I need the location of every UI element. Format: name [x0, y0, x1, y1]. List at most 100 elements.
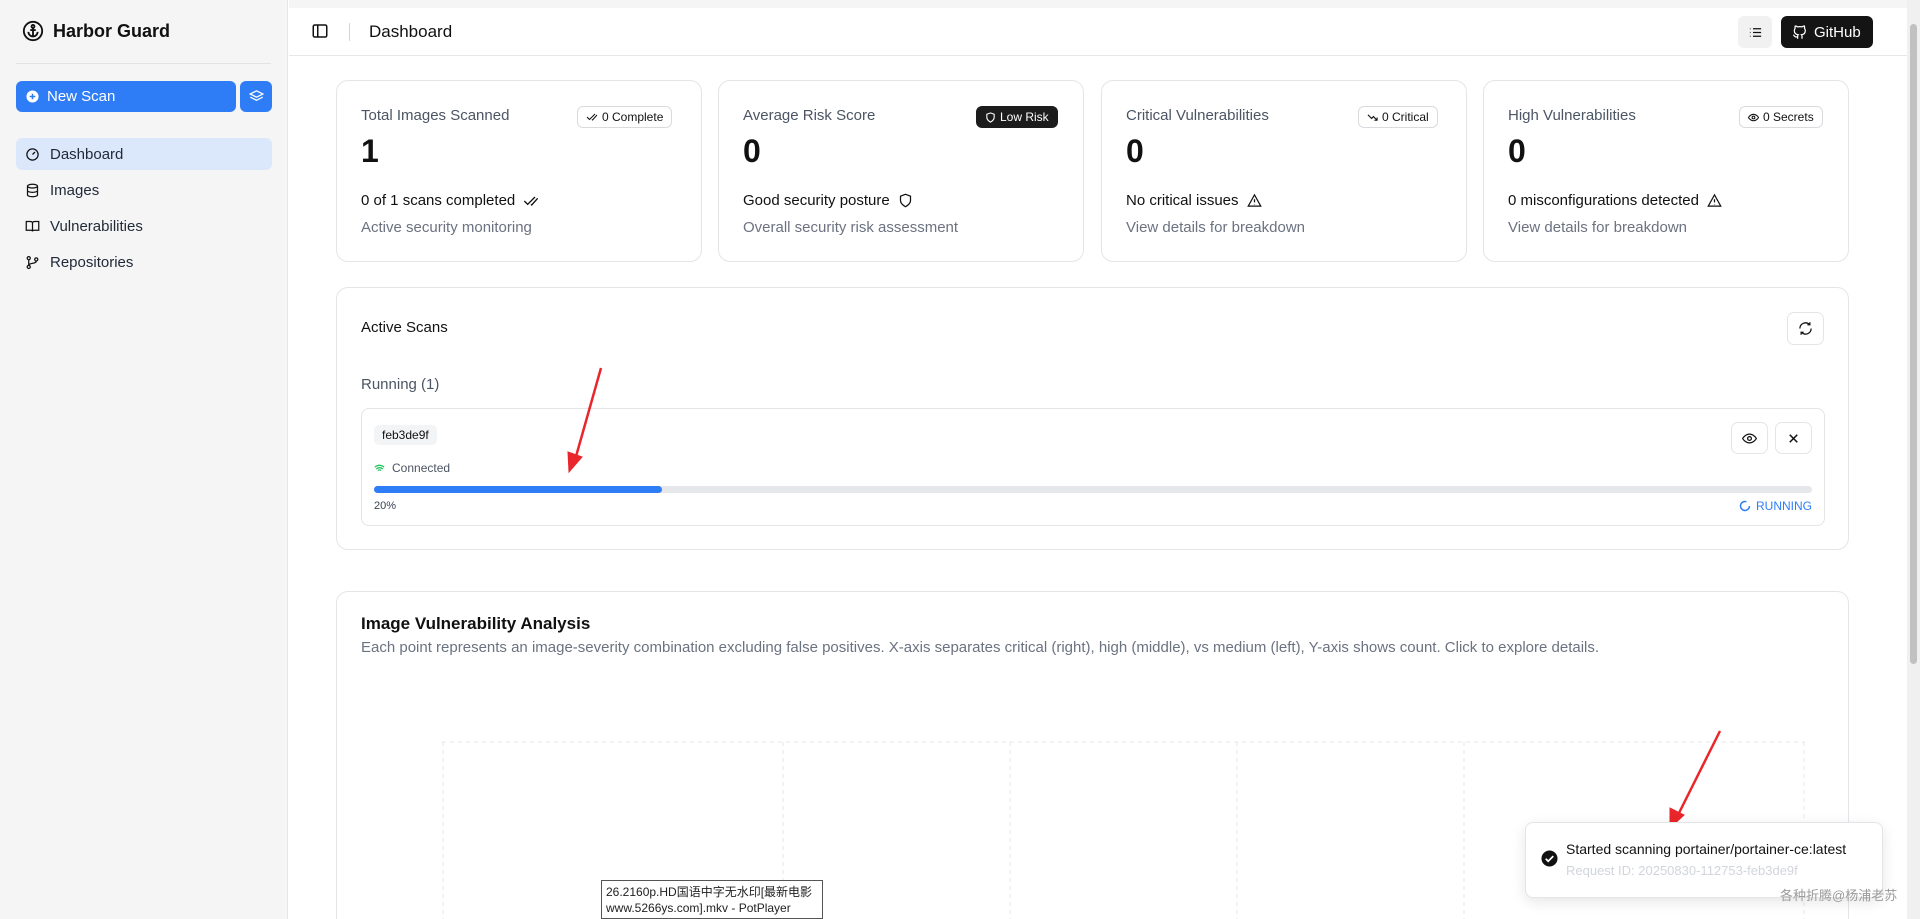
- plus-circle-icon: [26, 90, 39, 103]
- active-scans-title: Active Scans: [361, 319, 448, 336]
- stat-label: Critical Vulnerabilities: [1126, 107, 1269, 124]
- critical-badge: 0 Critical: [1358, 106, 1438, 128]
- spinner-icon: [1739, 500, 1751, 512]
- stat-line1-text: No critical issues: [1126, 192, 1239, 209]
- shield-icon: [899, 193, 911, 208]
- check-check-icon: [524, 196, 539, 206]
- stat-value: 0: [1126, 133, 1144, 169]
- stat-card-total-images: Total Images Scanned 0 Complete 1 0 of 1…: [336, 80, 702, 262]
- stat-value: 1: [361, 133, 379, 169]
- running-label: Running (1): [361, 376, 440, 393]
- stat-line1-text: Good security posture: [743, 192, 890, 209]
- view-scan-button[interactable]: [1731, 422, 1768, 454]
- brand[interactable]: Harbor Guard: [22, 20, 170, 42]
- page-title: Dashboard: [369, 22, 453, 41]
- gauge-icon: [26, 147, 39, 161]
- trending-down-icon: [1367, 113, 1378, 121]
- tooltip-line1: 26.2160p.HD国语中字无水印[最新电影: [606, 885, 813, 899]
- scan-progress-bar: [374, 486, 1812, 493]
- shield-icon: [986, 111, 995, 123]
- player-tooltip: 26.2160p.HD国语中字无水印[最新电影 www.5266ys.com].…: [601, 880, 823, 919]
- refresh-icon: [1799, 322, 1812, 335]
- window-scrollbar[interactable]: [1907, 0, 1920, 919]
- wifi-icon: [374, 464, 385, 473]
- watermark: 各种折腾@杨浦老苏: [1780, 888, 1898, 903]
- stat-label: Total Images Scanned: [361, 107, 510, 124]
- bulk-scan-button[interactable]: [240, 81, 272, 112]
- database-icon: [26, 183, 39, 197]
- header-separator: [349, 23, 350, 41]
- secrets-badge: 0 Secrets: [1739, 106, 1823, 128]
- scan-status: RUNNING: [1739, 499, 1812, 513]
- anchor-logo-icon: [22, 20, 44, 42]
- badge-text: 0 Critical: [1382, 110, 1429, 124]
- toast-message: Started scanning portainer/portainer-ce:…: [1566, 841, 1847, 857]
- top-header: Dashboard GitHub: [289, 8, 1907, 56]
- app-name: Harbor Guard: [53, 20, 171, 41]
- sidebar-item-label: Images: [50, 181, 100, 199]
- analysis-title: Image Vulnerability Analysis: [361, 614, 591, 633]
- github-label: GitHub: [1814, 23, 1861, 41]
- sidebar-item-repositories[interactable]: Repositories: [16, 246, 272, 278]
- stat-card-critical: Critical Vulnerabilities 0 Critical 0 No…: [1101, 80, 1467, 262]
- stat-line2: Active security monitoring: [361, 219, 532, 236]
- stat-line1-text: 0 of 1 scans completed: [361, 192, 516, 209]
- sidebar-item-label: Repositories: [50, 253, 134, 271]
- toast-request-id: Request ID: 20250830-112753-feb3de9f: [1566, 863, 1798, 878]
- scan-progress-fill: [374, 486, 662, 493]
- badge-text: 0 Complete: [602, 110, 664, 124]
- status-text: RUNNING: [1756, 499, 1812, 513]
- risk-badge: Low Risk: [976, 106, 1058, 128]
- stat-line1-text: 0 misconfigurations detected: [1508, 192, 1699, 209]
- refresh-button[interactable]: [1787, 312, 1824, 345]
- badge-text: 0 Secrets: [1763, 110, 1814, 124]
- sidebar-toggle-icon[interactable]: [311, 22, 329, 40]
- check-circle-icon: [1541, 850, 1558, 867]
- stat-value: 0: [1508, 133, 1526, 169]
- eye-icon: [1748, 113, 1759, 121]
- github-icon: [1792, 24, 1806, 39]
- sidebar-item-images[interactable]: Images: [16, 174, 272, 206]
- stat-line1: Good security posture: [743, 192, 913, 209]
- active-scans-card: Active Scans Running (1) feb3de9f Connec…: [336, 287, 1849, 550]
- alert-triangle-icon: [1707, 193, 1722, 207]
- sidebar-item-label: Dashboard: [50, 145, 124, 163]
- stat-value: 0: [743, 133, 761, 169]
- complete-badge: 0 Complete: [577, 106, 673, 128]
- book-icon: [25, 220, 40, 232]
- sidebar: Harbor Guard New Scan Dashboard Images V…: [0, 0, 288, 919]
- stat-card-high: High Vulnerabilities 0 Secrets 0 0 misco…: [1483, 80, 1849, 262]
- stat-line1: No critical issues: [1126, 192, 1262, 209]
- connection-status: Connected: [374, 461, 450, 475]
- check-check-icon: [586, 113, 598, 121]
- scan-item: feb3de9f Connected 20% RUNNING: [361, 408, 1825, 526]
- stat-label: High Vulnerabilities: [1508, 107, 1636, 124]
- new-scan-button[interactable]: New Scan: [16, 81, 236, 112]
- connection-text: Connected: [392, 461, 451, 475]
- list-icon: [1749, 27, 1761, 37]
- analysis-description: Each point represents an image-severity …: [361, 639, 1600, 656]
- sidebar-item-label: Vulnerabilities: [50, 217, 143, 235]
- eye-icon: [1742, 432, 1757, 444]
- sidebar-item-vulnerabilities[interactable]: Vulnerabilities: [16, 210, 272, 242]
- new-scan-label: New Scan: [47, 88, 116, 105]
- sidebar-divider: [16, 63, 271, 64]
- stat-line2: View details for breakdown: [1126, 219, 1305, 236]
- github-button[interactable]: GitHub: [1781, 16, 1873, 48]
- git-branch-icon: [26, 255, 39, 269]
- tooltip-line2: www.5266ys.com].mkv - PotPlayer: [606, 901, 791, 915]
- sidebar-item-dashboard[interactable]: Dashboard: [16, 138, 272, 170]
- stat-label: Average Risk Score: [743, 107, 876, 124]
- close-icon: [1789, 433, 1798, 443]
- scan-id-badge: feb3de9f: [374, 425, 437, 445]
- layers-icon: [248, 90, 264, 101]
- stat-line1: 0 misconfigurations detected: [1508, 192, 1722, 209]
- progress-percent: 20%: [374, 500, 397, 512]
- cancel-scan-button[interactable]: [1775, 422, 1812, 454]
- badge-text: Low Risk: [1000, 110, 1049, 124]
- list-view-button[interactable]: [1738, 16, 1772, 48]
- stat-line2: Overall security risk assessment: [743, 219, 959, 236]
- stat-line1: 0 of 1 scans completed: [361, 192, 539, 209]
- scrollbar-thumb[interactable]: [1910, 24, 1917, 664]
- sidebar-nav: Dashboard Images Vulnerabilities Reposit…: [16, 138, 272, 282]
